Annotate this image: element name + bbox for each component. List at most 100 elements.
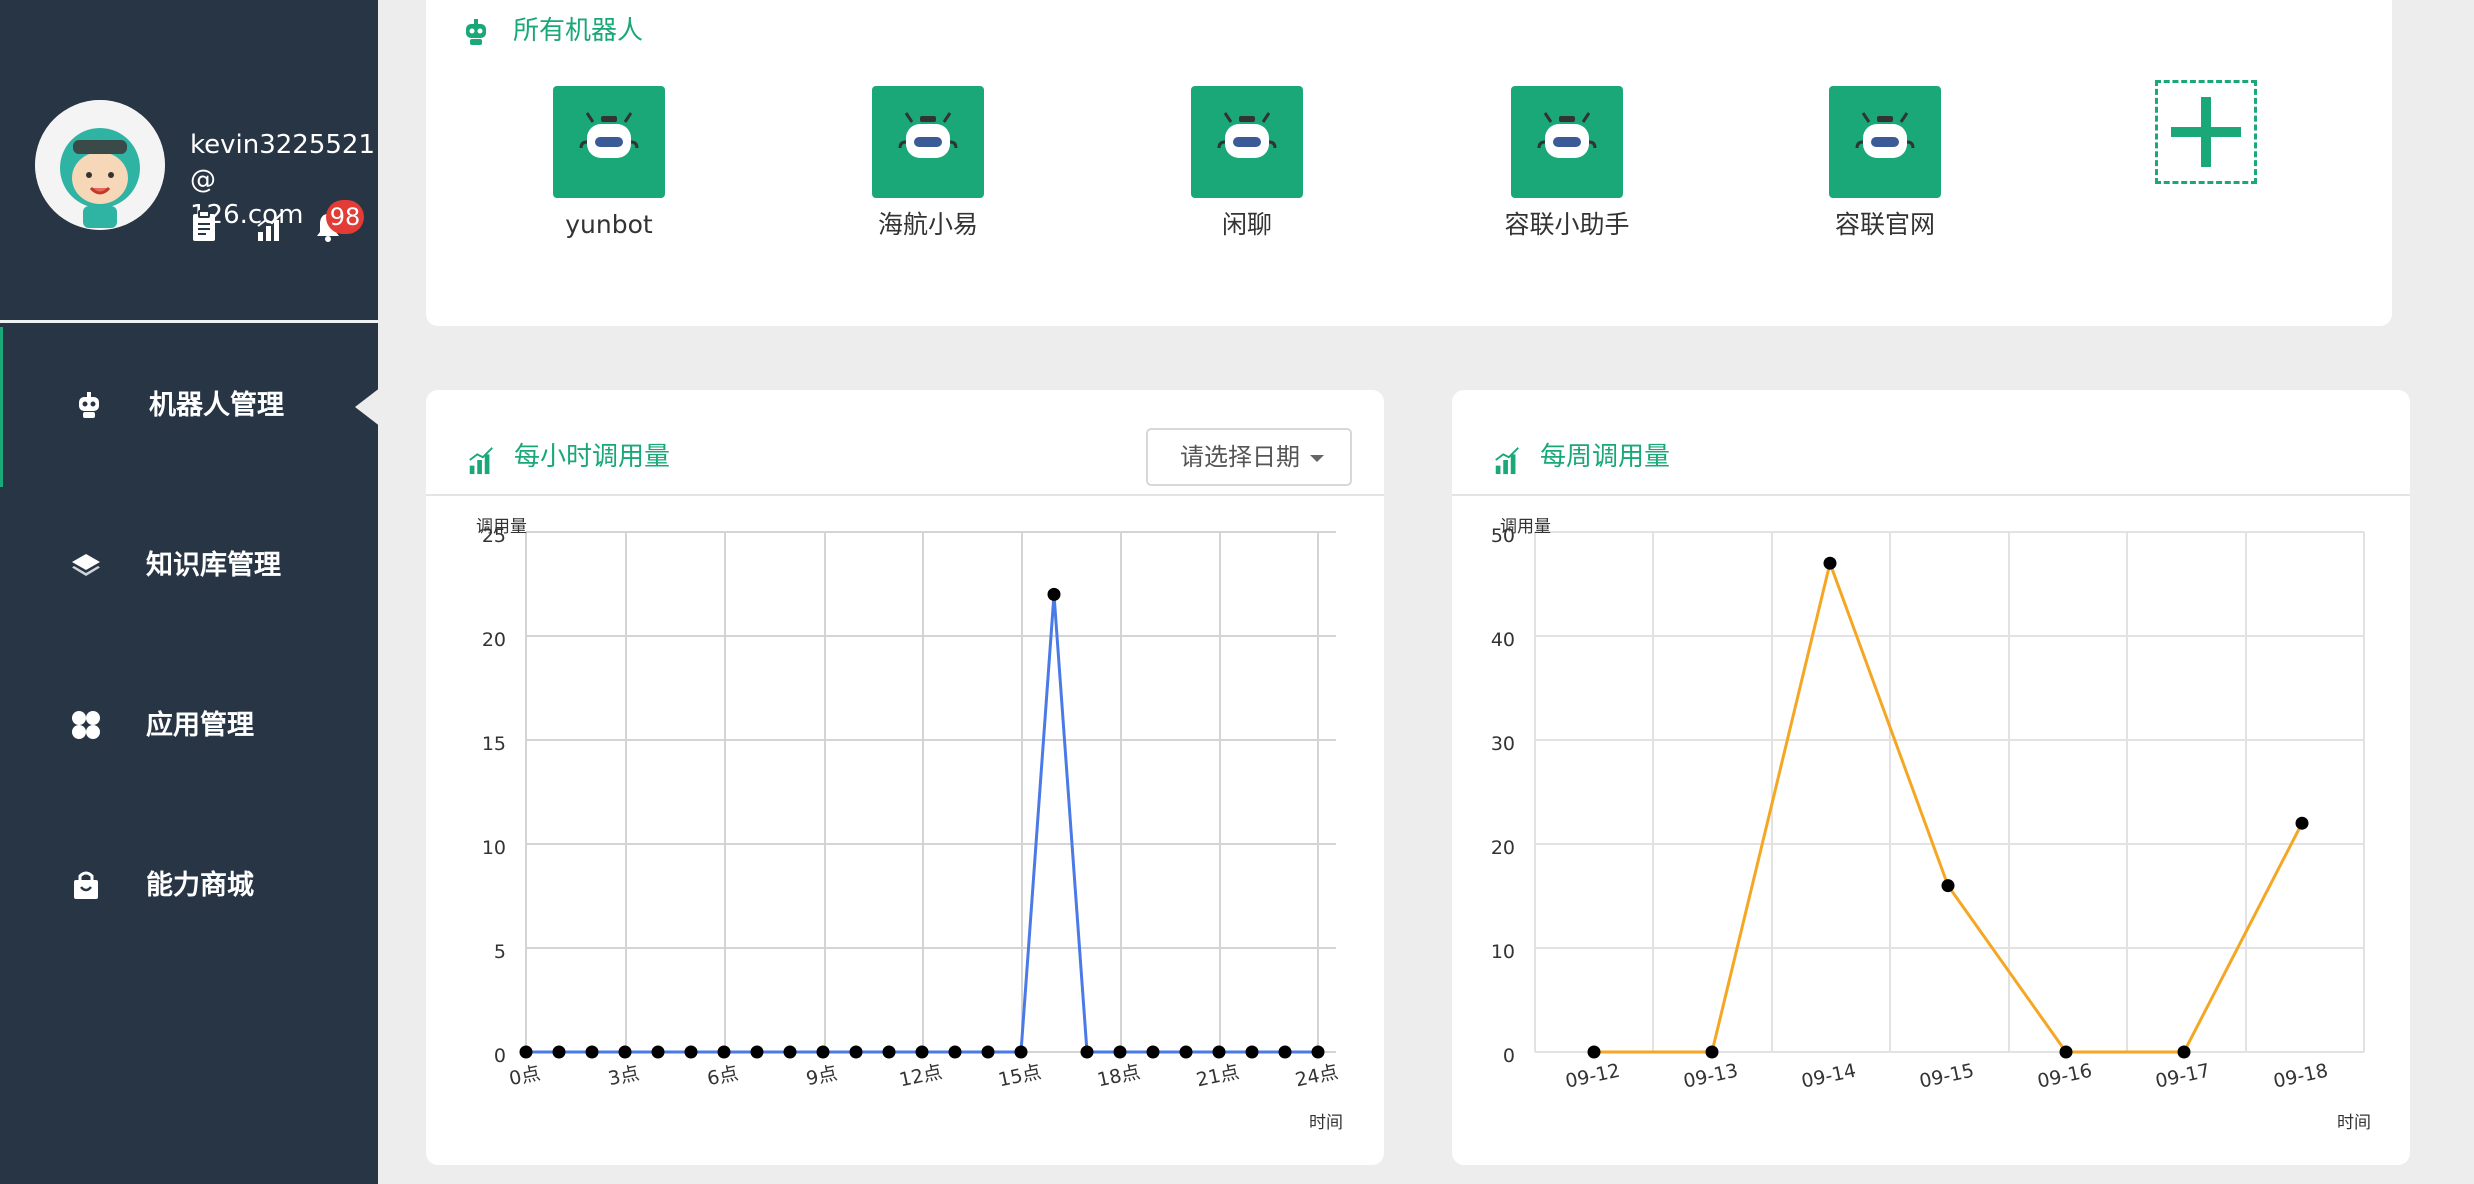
data-point bbox=[783, 1045, 797, 1059]
stats-icon bbox=[466, 445, 498, 477]
x-tick-label: 18点 bbox=[1095, 1061, 1142, 1091]
divider bbox=[1452, 494, 2410, 496]
x-tick-label: 09-12 bbox=[1563, 1060, 1622, 1093]
data-point bbox=[585, 1045, 599, 1059]
sidebar-item-label: 应用管理 bbox=[146, 710, 254, 741]
robot-name: yunbot bbox=[565, 210, 653, 239]
sidebar-item-label: 知识库管理 bbox=[146, 550, 281, 581]
x-tick-label: 0点 bbox=[507, 1062, 542, 1090]
chevron-down-icon bbox=[1310, 454, 1324, 462]
data-point bbox=[1146, 1045, 1160, 1059]
x-axis-label: 时间 bbox=[1309, 1113, 1343, 1133]
panel-title: 所有机器人 bbox=[513, 16, 644, 46]
stats-icon[interactable] bbox=[256, 210, 288, 244]
y-axis-label: 调用量 bbox=[476, 517, 527, 537]
y-tick-label: 20 bbox=[482, 629, 506, 651]
data-point bbox=[1705, 1045, 1719, 1059]
clipboard-icon[interactable] bbox=[190, 210, 222, 244]
weekly-usage-panel: 每周调用量 0 10 20 30 40 50 调用量 时间 09-12 09-13 09-14 09-… bbox=[1452, 390, 2410, 1165]
data-point bbox=[552, 1045, 566, 1059]
data-point bbox=[816, 1045, 830, 1059]
panel-title: 每小时调用量 bbox=[514, 442, 671, 472]
data-point bbox=[1941, 879, 1955, 893]
robot-icon bbox=[460, 16, 492, 48]
avatar-image bbox=[35, 100, 165, 230]
sidebar: kevin3225521@ 126.com 98 机器人管理 知识库管理 应用管… bbox=[0, 0, 381, 1184]
sidebar-item-label: 机器人管理 bbox=[149, 390, 284, 421]
x-tick-label: 09-13 bbox=[1681, 1060, 1740, 1093]
panel-title: 每周调用量 bbox=[1540, 442, 1671, 472]
data-point bbox=[1014, 1045, 1028, 1059]
robot-card-yunbot[interactable]: yunbot bbox=[507, 86, 707, 246]
notification-badge: 98 bbox=[326, 200, 364, 234]
data-point bbox=[1587, 1045, 1601, 1059]
weekly-line-chart: 01020304050调用量时间09-12 09-13 09-14 09-15 09-1… bbox=[1491, 517, 2371, 1133]
y-axis-label: 调用量 bbox=[1500, 517, 1551, 537]
data-point bbox=[750, 1045, 764, 1059]
sidebar-item-knowledge-base[interactable]: 知识库管理 bbox=[0, 487, 378, 647]
data-point bbox=[519, 1045, 533, 1059]
profile-panel: kevin3225521@ 126.com 98 bbox=[0, 0, 378, 323]
x-tick-label: 09-15 bbox=[1917, 1060, 1976, 1093]
x-tick-label: 24点 bbox=[1293, 1061, 1340, 1091]
data-point bbox=[1047, 587, 1061, 601]
robot-name: 容联小助手 bbox=[1504, 210, 1630, 239]
robot-name: 闲聊 bbox=[1221, 210, 1272, 239]
x-tick-label: 9点 bbox=[804, 1062, 839, 1090]
data-point bbox=[2177, 1045, 2191, 1059]
x-tick-label: 21点 bbox=[1194, 1061, 1241, 1091]
y-tick-label: 40 bbox=[1491, 629, 1515, 651]
active-indicator bbox=[355, 387, 381, 427]
robots-panel: 所有机器人 yunbot 海航小易 闲聊 容联小助手 容联官网 bbox=[426, 0, 2392, 326]
data-point bbox=[1311, 1045, 1325, 1059]
data-point bbox=[684, 1045, 698, 1059]
data-point bbox=[1245, 1045, 1259, 1059]
hourly-usage-panel: 每小时调用量 请选择日期 0 5 10 15 20 25 调用量 时间 0点 3点 6点 9点 12点 1… bbox=[426, 390, 1384, 1165]
profile-email-line1: kevin3225521@ bbox=[190, 130, 376, 195]
data-point bbox=[651, 1045, 665, 1059]
robot-card-official[interactable]: 容联官网 bbox=[1783, 86, 1983, 246]
x-tick-label: 09-16 bbox=[2035, 1060, 2094, 1093]
robot-icon bbox=[73, 389, 109, 425]
data-point bbox=[1179, 1045, 1193, 1059]
y-tick-label: 0 bbox=[1503, 1045, 1515, 1067]
y-tick-label: 10 bbox=[482, 837, 506, 859]
date-select[interactable]: 请选择日期 bbox=[1146, 428, 1352, 486]
y-tick-label: 15 bbox=[482, 733, 506, 755]
x-tick-label: 15点 bbox=[996, 1061, 1043, 1091]
robot-card-chat[interactable]: 闲聊 bbox=[1145, 86, 1345, 246]
data-point bbox=[1278, 1045, 1292, 1059]
divider bbox=[426, 494, 1384, 496]
data-point bbox=[1113, 1045, 1127, 1059]
date-select-label: 请选择日期 bbox=[1180, 443, 1300, 471]
sidebar-item-robot-management[interactable]: 机器人管理 bbox=[0, 327, 381, 487]
x-tick-label: 6点 bbox=[705, 1062, 740, 1090]
y-tick-label: 5 bbox=[494, 941, 506, 963]
data-point bbox=[717, 1045, 731, 1059]
shop-icon bbox=[70, 869, 106, 905]
y-tick-label: 30 bbox=[1491, 733, 1515, 755]
data-point bbox=[1823, 556, 1837, 570]
plus-icon bbox=[2171, 97, 2241, 167]
sidebar-item-capability-store[interactable]: 能力商城 bbox=[0, 807, 378, 967]
robot-name: 海航小易 bbox=[877, 210, 978, 239]
x-tick-label: 09-14 bbox=[1799, 1060, 1858, 1093]
x-axis-label: 时间 bbox=[2337, 1113, 2371, 1133]
avatar[interactable] bbox=[35, 100, 165, 230]
data-point bbox=[2295, 816, 2309, 830]
robot-card-assistant[interactable]: 容联小助手 bbox=[1465, 86, 1665, 246]
robot-card-hainan[interactable]: 海航小易 bbox=[826, 86, 1026, 246]
y-tick-label: 10 bbox=[1491, 941, 1515, 963]
sidebar-item-app-management[interactable]: 应用管理 bbox=[0, 647, 378, 807]
robot-name: 容联官网 bbox=[1834, 210, 1935, 239]
data-point bbox=[948, 1045, 962, 1059]
data-point bbox=[849, 1045, 863, 1059]
robot-icon bbox=[553, 86, 665, 198]
x-tick-label: 12点 bbox=[897, 1061, 944, 1091]
x-tick-label: 09-17 bbox=[2153, 1060, 2212, 1093]
data-point bbox=[618, 1045, 632, 1059]
add-robot-button[interactable] bbox=[2155, 80, 2257, 184]
x-tick-label: 3点 bbox=[606, 1062, 641, 1090]
apps-icon bbox=[70, 709, 106, 745]
robot-icon bbox=[872, 86, 984, 198]
